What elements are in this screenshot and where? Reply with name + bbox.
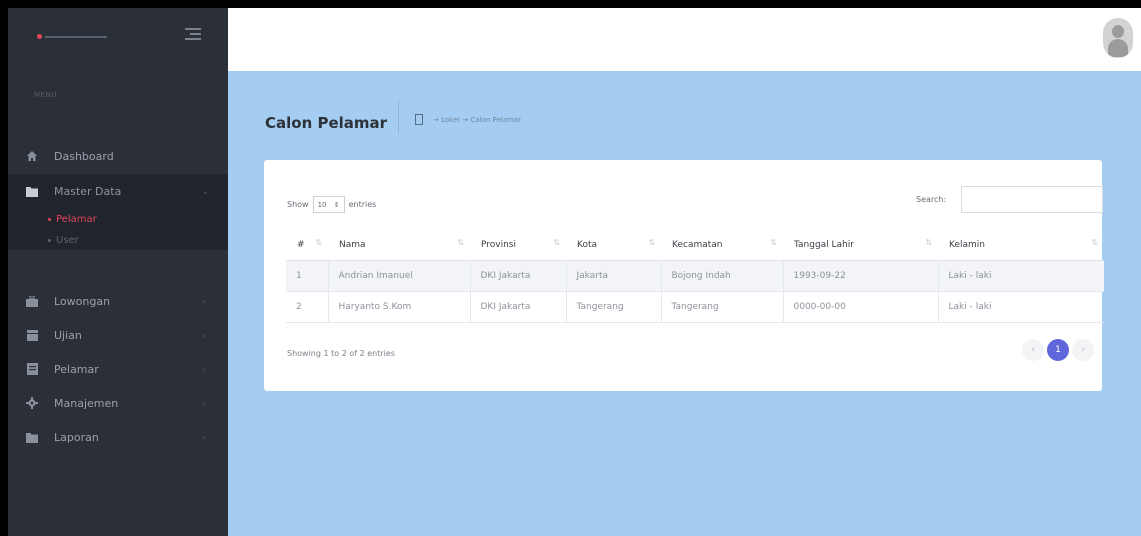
folder-icon xyxy=(26,431,38,443)
sidebar-item-label: Master Data xyxy=(54,184,122,198)
table-header-row: # ⇅ Nama ⇅ Provinsi ⇅ Kota ⇅ Kecamatan ⇅ Tang… xyxy=(286,230,1104,261)
app-logo[interactable] xyxy=(37,34,109,40)
cell-kelamin: Laki - laki xyxy=(937,260,1104,292)
sidebar-item-label: Dashboard xyxy=(54,149,114,163)
folder-icon xyxy=(26,185,38,197)
table-row[interactable]: 1 Andrian Imanuel DKI Jakarta Jakarta Bo… xyxy=(286,260,1104,292)
sort-icon: ⇅ xyxy=(457,238,464,247)
cell-kota: Jakarta xyxy=(565,260,661,292)
sort-icon: ⇅ xyxy=(1091,238,1098,247)
cell-number: 1 xyxy=(286,260,328,292)
briefcase-icon xyxy=(26,295,38,307)
user-avatar-body xyxy=(1108,39,1128,57)
column-header-number[interactable]: # ⇅ xyxy=(286,230,328,261)
sidebar-subitem-pelamar[interactable]: Pelamar xyxy=(8,208,228,230)
home-icon xyxy=(26,150,38,162)
show-label: Show xyxy=(287,200,309,209)
show-entries: Show 10 ⇕ entries xyxy=(287,196,376,213)
cell-kecamatan: Bojong Indah xyxy=(660,260,783,292)
column-header-tanggal-lahir[interactable]: Tanggal Lahir ⇅ xyxy=(783,230,938,261)
chevron-right-icon: › xyxy=(202,364,206,374)
cell-kota: Tangerang xyxy=(565,291,661,323)
gear-icon xyxy=(26,397,38,409)
column-header-nama[interactable]: Nama ⇅ xyxy=(328,230,470,261)
sidebar-item-pelamar[interactable]: Pelamar › xyxy=(8,352,228,386)
sidebar-item-ujian[interactable]: Ujian › xyxy=(8,318,228,352)
chevron-right-icon: › xyxy=(202,296,206,306)
pagination: ‹ 1 › xyxy=(1022,339,1094,361)
breadcrumb: → Loker → Calon Pelamar xyxy=(433,116,522,124)
sidebar-item-dashboard[interactable]: Dashboard xyxy=(8,139,228,173)
sort-icon: ⇅ xyxy=(770,238,777,247)
data-table: # ⇅ Nama ⇅ Provinsi ⇅ Kota ⇅ Kecamatan ⇅ Tang… xyxy=(286,230,1104,323)
sort-icon: ⇅ xyxy=(553,238,560,247)
entries-select-value: 10 xyxy=(317,200,327,209)
select-arrows-icon: ⇕ xyxy=(333,200,340,209)
cell-nama: Andrian Imanuel xyxy=(327,260,470,292)
pagination-next-button[interactable]: › xyxy=(1072,339,1094,361)
bullet-icon xyxy=(48,238,51,242)
table-info: Showing 1 to 2 of 2 entries xyxy=(287,349,395,358)
sort-icon: ⇅ xyxy=(315,238,322,247)
bullet-icon xyxy=(48,217,51,221)
cell-nama: Haryanto S.Kom xyxy=(327,291,470,323)
cell-kelamin: Laki - laki xyxy=(937,291,1104,323)
user-avatar[interactable] xyxy=(1103,18,1133,58)
sidebar-item-master-data[interactable]: Master Data ⌄ xyxy=(8,174,228,208)
user-avatar-head xyxy=(1112,25,1124,38)
column-header-kota[interactable]: Kota ⇅ xyxy=(566,230,661,261)
menu-toggle-icon[interactable] xyxy=(185,26,201,42)
cell-kecamatan: Tangerang xyxy=(660,291,783,323)
search-label: Search: xyxy=(916,195,947,204)
entries-label: entries xyxy=(348,200,377,209)
sidebar-item-label: Pelamar xyxy=(54,362,99,376)
column-header-provinsi[interactable]: Provinsi ⇅ xyxy=(470,230,566,261)
pagination-page-button[interactable]: 1 xyxy=(1047,339,1069,361)
entries-select[interactable]: 10 ⇕ xyxy=(312,196,345,213)
sort-icon: ⇅ xyxy=(648,238,655,247)
chevron-down-icon: ⌄ xyxy=(202,186,209,196)
sidebar-item-label: Lowongan xyxy=(54,294,111,308)
sidebar-item-lowongan[interactable]: Lowongan › xyxy=(8,284,228,318)
chevron-right-icon: › xyxy=(202,398,206,408)
page-icon xyxy=(415,114,423,125)
cell-provinsi: DKI Jakarta xyxy=(469,291,566,323)
sidebar-subitem-user[interactable]: User xyxy=(8,230,228,250)
title-divider xyxy=(398,100,399,134)
column-header-kelamin[interactable]: Kelamin ⇅ xyxy=(938,230,1104,261)
top-navbar xyxy=(228,8,1141,71)
sidebar: MENU Dashboard Master Data ⌄ Pelamar Use… xyxy=(8,8,228,536)
pagination-prev-button[interactable]: ‹ xyxy=(1022,339,1044,361)
cell-tanggal-lahir: 1993-09-22 xyxy=(782,260,938,292)
clipboard-icon xyxy=(26,329,38,341)
cell-number: 2 xyxy=(286,291,328,323)
sidebar-item-label: Laporan xyxy=(54,430,99,444)
sort-icon: ⇅ xyxy=(925,238,932,247)
sidebar-item-manajemen[interactable]: Manajemen › xyxy=(8,386,228,420)
document-icon xyxy=(26,363,38,375)
sidebar-item-label: Ujian xyxy=(54,328,82,342)
sidebar-item-laporan[interactable]: Laporan › xyxy=(8,420,228,454)
sidebar-item-label: Manajemen xyxy=(54,396,119,410)
page-title: Calon Pelamar xyxy=(265,114,388,132)
chevron-right-icon: › xyxy=(202,330,206,340)
menu-section-label: MENU xyxy=(34,91,57,99)
cell-provinsi: DKI Jakarta xyxy=(469,260,566,292)
sidebar-subitem-label: User xyxy=(56,234,79,246)
search-input[interactable] xyxy=(961,186,1103,213)
sidebar-subitem-label: Pelamar xyxy=(56,213,97,225)
table-row[interactable]: 2 Haryanto S.Kom DKI Jakarta Tangerang T… xyxy=(286,291,1104,323)
column-header-kecamatan[interactable]: Kecamatan ⇅ xyxy=(661,230,783,261)
chevron-right-icon: › xyxy=(202,432,206,442)
cell-tanggal-lahir: 0000-00-00 xyxy=(782,291,938,323)
